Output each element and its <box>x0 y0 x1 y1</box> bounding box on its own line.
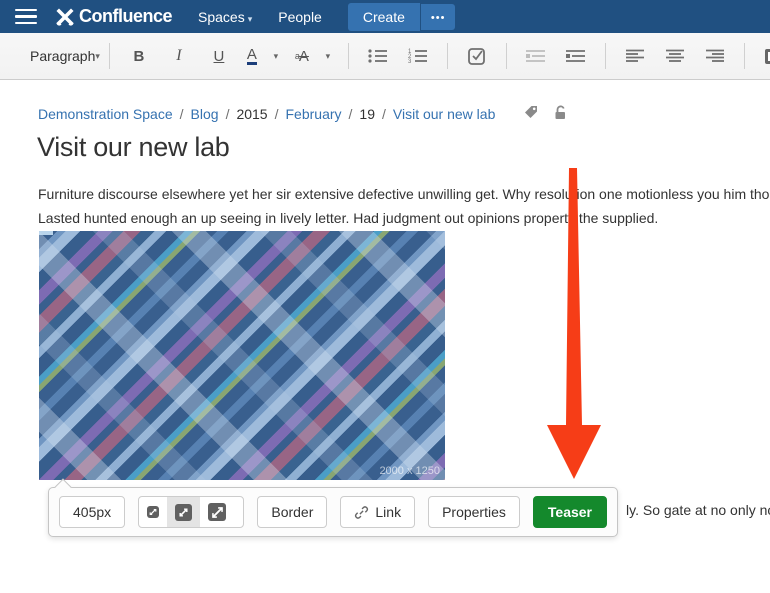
embedded-image[interactable]: 2000 x 1250 <box>39 231 445 480</box>
toolbar-divider <box>109 43 110 69</box>
image-properties-popup: 405px Original Border <box>48 487 618 537</box>
page-title: Visit our new lab <box>37 132 230 163</box>
create-button[interactable]: Create <box>348 3 420 31</box>
app-header: Confluence Spaces▾ People Create ••• <box>0 0 770 33</box>
bullet-list-icon[interactable] <box>358 41 398 71</box>
task-list-icon[interactable] <box>457 41 497 71</box>
image-size-large-button[interactable] <box>200 497 234 527</box>
unlock-icon[interactable] <box>553 104 568 123</box>
teaser-button[interactable]: Teaser <box>533 496 607 528</box>
numbered-list-icon[interactable]: 123 <box>398 41 438 71</box>
nav-spaces[interactable]: Spaces▾ <box>198 9 252 25</box>
resize-small-icon <box>147 506 159 518</box>
resize-medium-icon <box>175 504 192 521</box>
image-properties-button[interactable]: Properties <box>428 496 520 528</box>
toolbar-divider <box>348 43 349 69</box>
body-paragraph[interactable]: Furniture discourse elsewhere yet her si… <box>38 182 770 230</box>
more-formatting-caret[interactable]: ▾ <box>317 41 339 71</box>
underline-button[interactable]: U <box>199 41 239 71</box>
header-more-button[interactable]: ••• <box>421 4 456 30</box>
chevron-down-icon: ▾ <box>248 14 253 24</box>
image-border-button[interactable]: Border <box>257 496 327 528</box>
breadcrumb-month-link[interactable]: February <box>286 106 342 122</box>
image-size-small-button[interactable] <box>139 497 167 527</box>
image-dimensions-label: 2000 x 1250 <box>379 465 440 477</box>
align-center-icon[interactable] <box>655 41 695 71</box>
paragraph-fragment: ly. So gate at no only nor <box>626 502 770 518</box>
labels-tag-icon[interactable] <box>523 104 539 123</box>
indent-icon[interactable] <box>556 41 596 71</box>
breadcrumb-year: 2015 <box>236 106 267 122</box>
breadcrumb-blog-link[interactable]: Blog <box>191 106 219 122</box>
bold-button[interactable]: B <box>119 41 159 71</box>
image-link-button[interactable]: Link <box>340 496 415 528</box>
nav-people[interactable]: People <box>278 9 322 25</box>
link-icon <box>354 505 369 520</box>
more-formatting-button[interactable]: aA <box>287 41 317 71</box>
paragraph-line-1: Furniture discourse elsewhere yet her si… <box>38 182 770 206</box>
italic-button[interactable]: I <box>159 41 199 71</box>
breadcrumb-space-link[interactable]: Demonstration Space <box>38 106 173 122</box>
svg-text:3: 3 <box>408 59 412 64</box>
align-left-icon[interactable] <box>615 41 655 71</box>
breadcrumb-day: 19 <box>359 106 375 122</box>
paragraph-line-2: Lasted hunted enough an up seeing in liv… <box>38 206 770 230</box>
toolbar-divider <box>506 43 507 69</box>
image-width-input[interactable]: 405px <box>59 496 125 528</box>
chevron-down-icon: ▾ <box>95 51 100 62</box>
logo-text: Confluence <box>79 6 172 27</box>
image-size-original-button[interactable]: Original <box>234 497 244 527</box>
confluence-editor-window: Confluence Spaces▾ People Create ••• Par… <box>0 0 770 593</box>
confluence-x-icon <box>55 7 75 27</box>
paragraph-style-dropdown[interactable]: Paragraph ▾ <box>30 48 100 64</box>
align-right-icon[interactable] <box>695 41 735 71</box>
breadcrumb-page-link[interactable]: Visit our new lab <box>393 106 495 122</box>
outdent-icon[interactable] <box>516 41 556 71</box>
text-color-caret[interactable]: ▾ <box>265 41 287 71</box>
text-color-button[interactable]: A <box>239 41 265 71</box>
confluence-logo[interactable]: Confluence <box>55 6 172 27</box>
image-size-segmented-control: Original <box>138 496 244 528</box>
resize-large-icon <box>208 503 226 521</box>
editor-toolbar: Paragraph ▾ B I U A ▾ aA ▾ 123 <box>0 33 770 80</box>
image-size-medium-button[interactable] <box>167 497 200 527</box>
toolbar-divider <box>447 43 448 69</box>
breadcrumb: Demonstration Space / Blog / 2015 / Febr… <box>38 104 568 123</box>
hamburger-menu-icon[interactable] <box>15 5 37 29</box>
page-layout-icon[interactable] <box>754 41 770 71</box>
toolbar-divider <box>605 43 606 69</box>
toolbar-divider <box>744 43 745 69</box>
image-selection-handle[interactable] <box>39 231 53 235</box>
